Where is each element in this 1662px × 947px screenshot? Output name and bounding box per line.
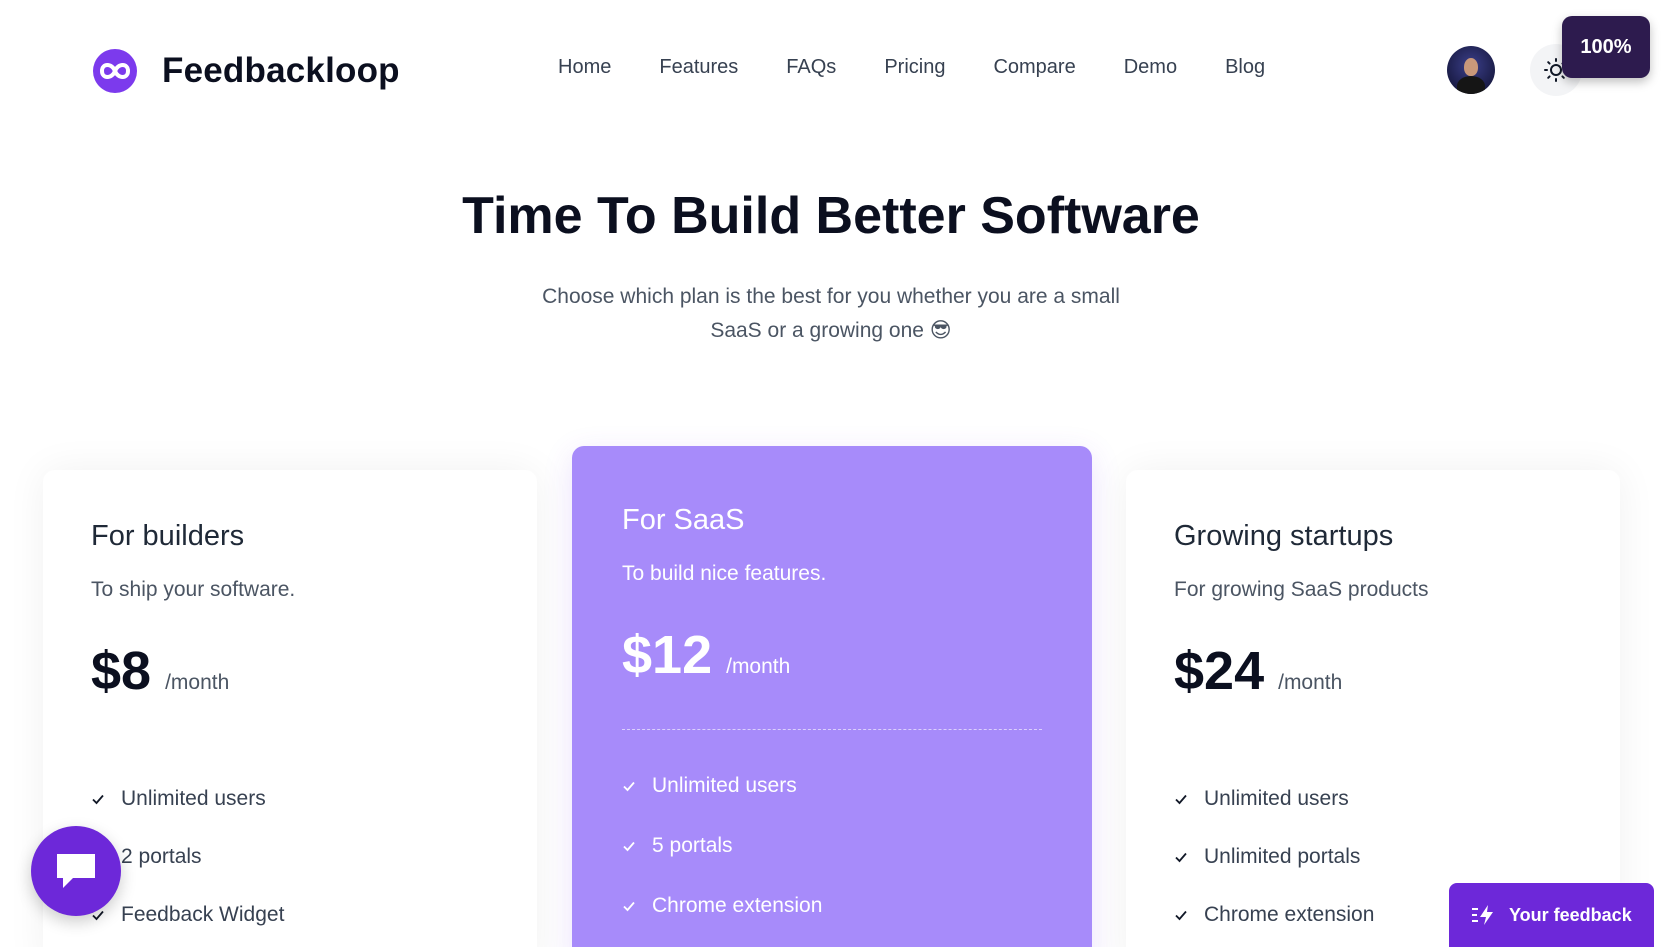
plan-name: For SaaS	[622, 504, 745, 536]
user-avatar[interactable]	[1447, 46, 1495, 94]
feature-label: 5 portals	[652, 834, 733, 857]
feature-item: 5 portals	[622, 816, 822, 876]
divider	[622, 729, 1042, 730]
nav-pricing[interactable]: Pricing	[884, 56, 945, 79]
feature-list: Unlimited users Unlimited portals Chrome…	[1174, 770, 1374, 944]
page-subtitle: Choose which plan is the best for you wh…	[542, 285, 1120, 342]
nav-compare[interactable]: Compare	[993, 56, 1075, 79]
brand-logo[interactable]: Feedbackloop	[92, 48, 400, 94]
chat-launcher-button[interactable]	[31, 826, 121, 916]
price-period: /month	[1278, 671, 1343, 694]
check-icon	[623, 841, 635, 852]
plan-name: For builders	[91, 520, 245, 552]
price-period: /month	[165, 671, 230, 694]
plan-price: $12 /month	[622, 624, 790, 686]
feature-label: Chrome extension	[1204, 903, 1375, 926]
feature-item: Unlimited portals	[1174, 828, 1374, 886]
your-feedback-button[interactable]: Your feedback	[1449, 883, 1654, 947]
check-icon	[1175, 852, 1187, 863]
feature-label: 2 portals	[121, 845, 202, 868]
nav-home[interactable]: Home	[558, 56, 611, 79]
feature-item: Chrome extension	[1174, 886, 1374, 944]
plan-description: For growing SaaS products	[1174, 578, 1429, 601]
main-nav: Home Features FAQs Pricing Compare Demo …	[558, 56, 1313, 79]
check-icon	[623, 901, 635, 912]
plan-price: $8 /month	[91, 640, 229, 702]
plan-description: To ship your software.	[91, 578, 296, 601]
check-icon	[1175, 794, 1187, 805]
feedback-label: Your feedback	[1509, 904, 1632, 925]
check-icon	[1175, 910, 1187, 921]
feature-label: Feedback Widget	[121, 903, 285, 926]
feature-label: Unlimited portals	[1204, 845, 1361, 868]
price-amount: $8	[91, 641, 152, 701]
chat-bubble-icon	[57, 854, 95, 888]
feature-item: Chrome extension	[622, 876, 822, 936]
nav-faqs[interactable]: FAQs	[786, 56, 836, 79]
check-icon	[623, 781, 635, 792]
site-header: Feedbackloop Home Features FAQs Pricing …	[0, 0, 1662, 140]
feature-label: Unlimited users	[121, 787, 266, 810]
pricing-card-saas: For SaaS To build nice features. $12 /mo…	[572, 446, 1092, 947]
page-title: Time To Build Better Software	[462, 187, 1200, 245]
nav-demo[interactable]: Demo	[1124, 56, 1177, 79]
pricing-card-growing: Growing startups For growing SaaS produc…	[1126, 470, 1620, 947]
infinity-loop-icon	[93, 49, 137, 93]
nav-blog[interactable]: Blog	[1225, 56, 1265, 79]
plan-description: To build nice features.	[622, 562, 827, 585]
nav-features[interactable]: Features	[659, 56, 738, 79]
feature-label: Unlimited users	[652, 774, 797, 797]
avatar-face	[1464, 58, 1478, 76]
avatar-body	[1457, 76, 1485, 94]
feature-list: Unlimited users 2 portals Feedback Widge…	[91, 770, 284, 944]
feature-list: Unlimited users 5 portals Chrome extensi…	[622, 756, 822, 936]
price-amount: $12	[622, 625, 713, 685]
feature-item: Unlimited users	[91, 770, 284, 828]
price-amount: $24	[1174, 641, 1265, 701]
feature-label: Chrome extension	[652, 894, 823, 917]
lightning-icon	[1472, 905, 1493, 925]
price-period: /month	[726, 655, 791, 678]
zoom-level-badge[interactable]: 100%	[1562, 16, 1650, 78]
feature-item: Unlimited users	[1174, 770, 1374, 828]
plan-name: Growing startups	[1174, 520, 1394, 552]
plan-price: $24 /month	[1174, 640, 1342, 702]
brand-name: Feedbackloop	[162, 51, 400, 90]
feature-item: Feedback Widget	[91, 886, 284, 944]
feature-item: Unlimited users	[622, 756, 822, 816]
check-icon	[92, 794, 104, 805]
feature-label: Unlimited users	[1204, 787, 1349, 810]
